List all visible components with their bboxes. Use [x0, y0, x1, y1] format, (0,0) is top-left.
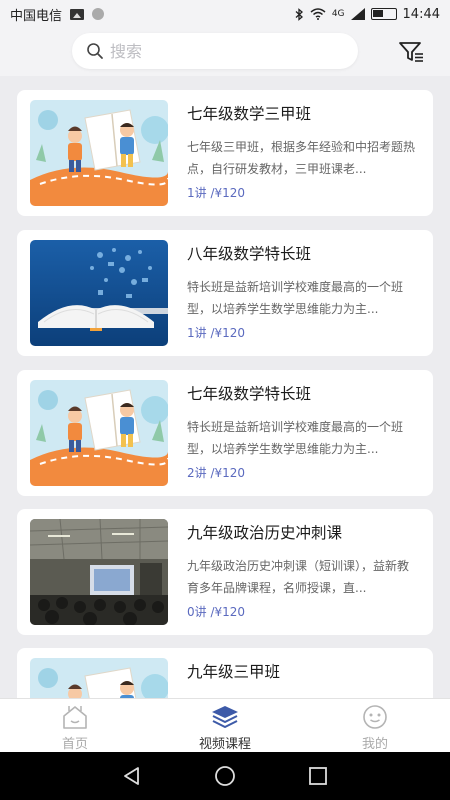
course-thumbnail: [30, 658, 168, 698]
home-circle-icon[interactable]: [214, 765, 236, 787]
smiley-icon: [363, 705, 387, 729]
course-meta: 2讲 /¥120: [187, 466, 246, 480]
course-description: 特长班是益新培训学校难度最高的一个班型，以培养学生数学思维能力为主...: [187, 420, 404, 456]
course-thumbnail: [30, 100, 168, 206]
course-meta: 1讲 /¥120: [187, 326, 246, 340]
course-description: 特长班是益新培训学校难度最高的一个班型，以培养学生数学思维能力为主...: [187, 280, 404, 316]
status-bar: 中国电信 4G 14:44: [0, 0, 450, 28]
app-notification-icon: [92, 8, 105, 20]
course-meta: 1讲 /¥120: [187, 186, 246, 200]
course-thumbnail: [30, 380, 168, 486]
tab-home-label: 首页: [61, 737, 88, 752]
search-icon: [87, 43, 103, 59]
clock-label: 14:44: [402, 6, 440, 22]
wifi-icon: [310, 8, 326, 20]
system-nav-bar: [0, 752, 450, 800]
course-card[interactable]: 七年级数学三甲班 七年级三甲班，根据多年经验和中招考题热点，自行研发教材，三甲班…: [17, 90, 433, 216]
course-card[interactable]: 七年级数学特长班 特长班是益新培训学校难度最高的一个班型，以培养学生数学思维能力…: [17, 370, 433, 496]
course-title: 七年级数学特长班: [187, 385, 312, 403]
bottom-tab-bar: 首页 视频课程 我的: [0, 698, 450, 752]
kids-on-book-illustration: [30, 380, 168, 486]
course-title: 九年级三甲班: [187, 663, 281, 681]
bluetooth-icon: [295, 7, 303, 21]
classroom-photo: [30, 519, 168, 625]
signal-icon: [350, 8, 365, 20]
course-description: 七年级三甲班，根据多年经验和中招考题热点，自行研发教材，三甲班课老...: [187, 140, 415, 176]
kids-on-book-illustration: [30, 100, 168, 206]
course-thumbnail: [30, 240, 168, 346]
tab-mine[interactable]: 我的: [300, 699, 450, 752]
filter-icon[interactable]: [398, 40, 424, 64]
course-title: 八年级数学特长班: [187, 245, 312, 263]
kids-on-book-illustration: [30, 658, 168, 698]
course-description: 九年级政治历史冲刺课（短训课），益新教育多年品牌课程，名师授课，直...: [187, 559, 410, 595]
layers-icon: [212, 706, 238, 728]
tab-video-courses[interactable]: 视频课程: [150, 699, 300, 752]
header: [0, 28, 450, 76]
course-title: 七年级数学三甲班: [187, 105, 312, 123]
course-title: 九年级政治历史冲刺课: [187, 524, 343, 542]
network-type-label: 4G: [331, 9, 345, 19]
course-card[interactable]: 九年级政治历史冲刺课 九年级政治历史冲刺课（短训课），益新教育多年品牌课程，名师…: [17, 509, 433, 635]
image-notification-icon: [70, 8, 85, 20]
course-list: 七年级数学三甲班 七年级三甲班，根据多年经验和中招考题热点，自行研发教材，三甲班…: [0, 88, 450, 698]
open-book-laptop-illustration: [30, 240, 168, 346]
home-icon: [63, 706, 87, 729]
tab-home[interactable]: 首页: [0, 699, 150, 752]
carrier-label: 中国电信: [10, 8, 63, 24]
search-input[interactable]: [110, 41, 330, 61]
search-bar[interactable]: [72, 33, 358, 69]
course-thumbnail: [30, 519, 168, 625]
battery-icon: [370, 8, 397, 20]
course-meta: 0讲 /¥120: [187, 605, 246, 619]
tab-video-courses-label: 视频课程: [198, 737, 251, 752]
course-card[interactable]: 八年级数学特长班 特长班是益新培训学校难度最高的一个班型，以培养学生数学思维能力…: [17, 230, 433, 356]
back-icon[interactable]: [121, 765, 143, 787]
tab-mine-label: 我的: [361, 737, 388, 752]
recent-apps-icon[interactable]: [307, 765, 329, 787]
course-card[interactable]: 九年级三甲班: [17, 648, 433, 698]
